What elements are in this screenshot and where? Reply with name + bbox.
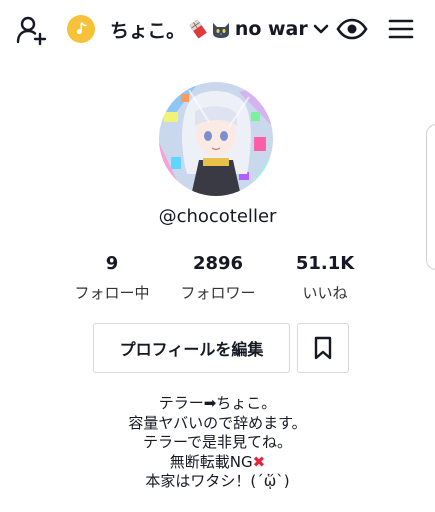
bio-line-3: テラーで是非見てね。 [142,433,293,451]
bio-line-5: 本家はワタシ！(´ᾥ`) [145,472,290,490]
chevron-down-icon [312,20,330,38]
bookmark-icon [314,336,332,360]
stat-likes[interactable]: 51.1K いいね [290,252,360,303]
bio-line-1: テラー➡ちょこ。 [158,394,277,412]
stat-following[interactable]: 9 フォロー中 [72,252,152,303]
stat-followers[interactable]: 2896 フォロワー [176,252,260,303]
eye-icon[interactable] [334,13,370,45]
menu-icon[interactable] [384,13,418,45]
bio-line-2: 容量ヤバいので辞めます。 [128,413,307,432]
bookmark-button[interactable] [297,323,349,373]
avatar-image [159,82,273,196]
add-user-icon[interactable] [14,12,50,48]
music-note-icon [76,22,87,35]
following-count: 9 [105,253,119,274]
coin-icon[interactable] [66,14,96,44]
add-user-icon-svg [16,16,47,46]
cross-mark-icon: ✖ [252,452,266,471]
scroll-handle[interactable] [426,124,435,270]
bio-line-4-text: 無断転載NG [169,452,253,471]
black-cat-emoji [210,19,232,39]
bio-line-4: 無断転載NG✖ [0,453,435,473]
avatar[interactable] [159,82,273,196]
likes-count: 51.1K [295,253,355,274]
following-label: フォロー中 [74,284,150,302]
edit-profile-button[interactable]: プロフィールを編集 [93,323,290,373]
followers-label: フォロワー [180,284,256,302]
account-name: ちょこ。 [110,19,185,42]
account-switcher[interactable]: ちょこ。 no war [110,15,330,43]
likes-label: いいね [302,284,348,302]
account-name-suffix: no war [234,18,308,40]
top-bar: ちょこ。 no war [0,0,435,58]
chocolate-emoji [188,19,208,39]
bio: テラー➡ちょこ。 容量ヤバいので辞めます。 テラーで是非見てね。 無断転載NG✖… [0,394,435,492]
username: @chocoteller [158,206,277,227]
followers-count: 2896 [192,253,244,274]
coin-badge [67,15,95,43]
